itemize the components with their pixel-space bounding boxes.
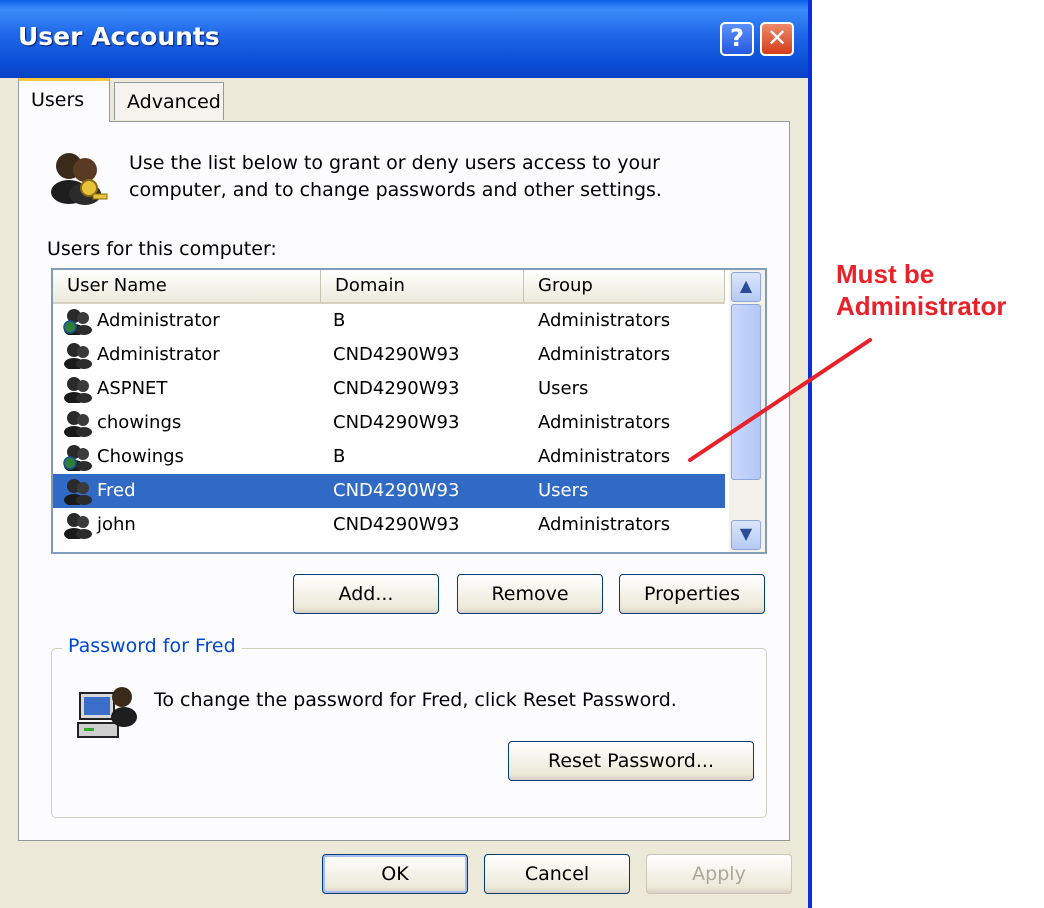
tab-users[interactable]: Users bbox=[18, 78, 110, 122]
annotation-arrow bbox=[688, 338, 872, 462]
annotation-line-2: Administrator bbox=[836, 291, 1007, 321]
annotation-pointer-line bbox=[688, 338, 872, 462]
annotation-label: Must be Administrator bbox=[836, 258, 1006, 322]
annotation-line-1: Must be bbox=[836, 259, 935, 289]
